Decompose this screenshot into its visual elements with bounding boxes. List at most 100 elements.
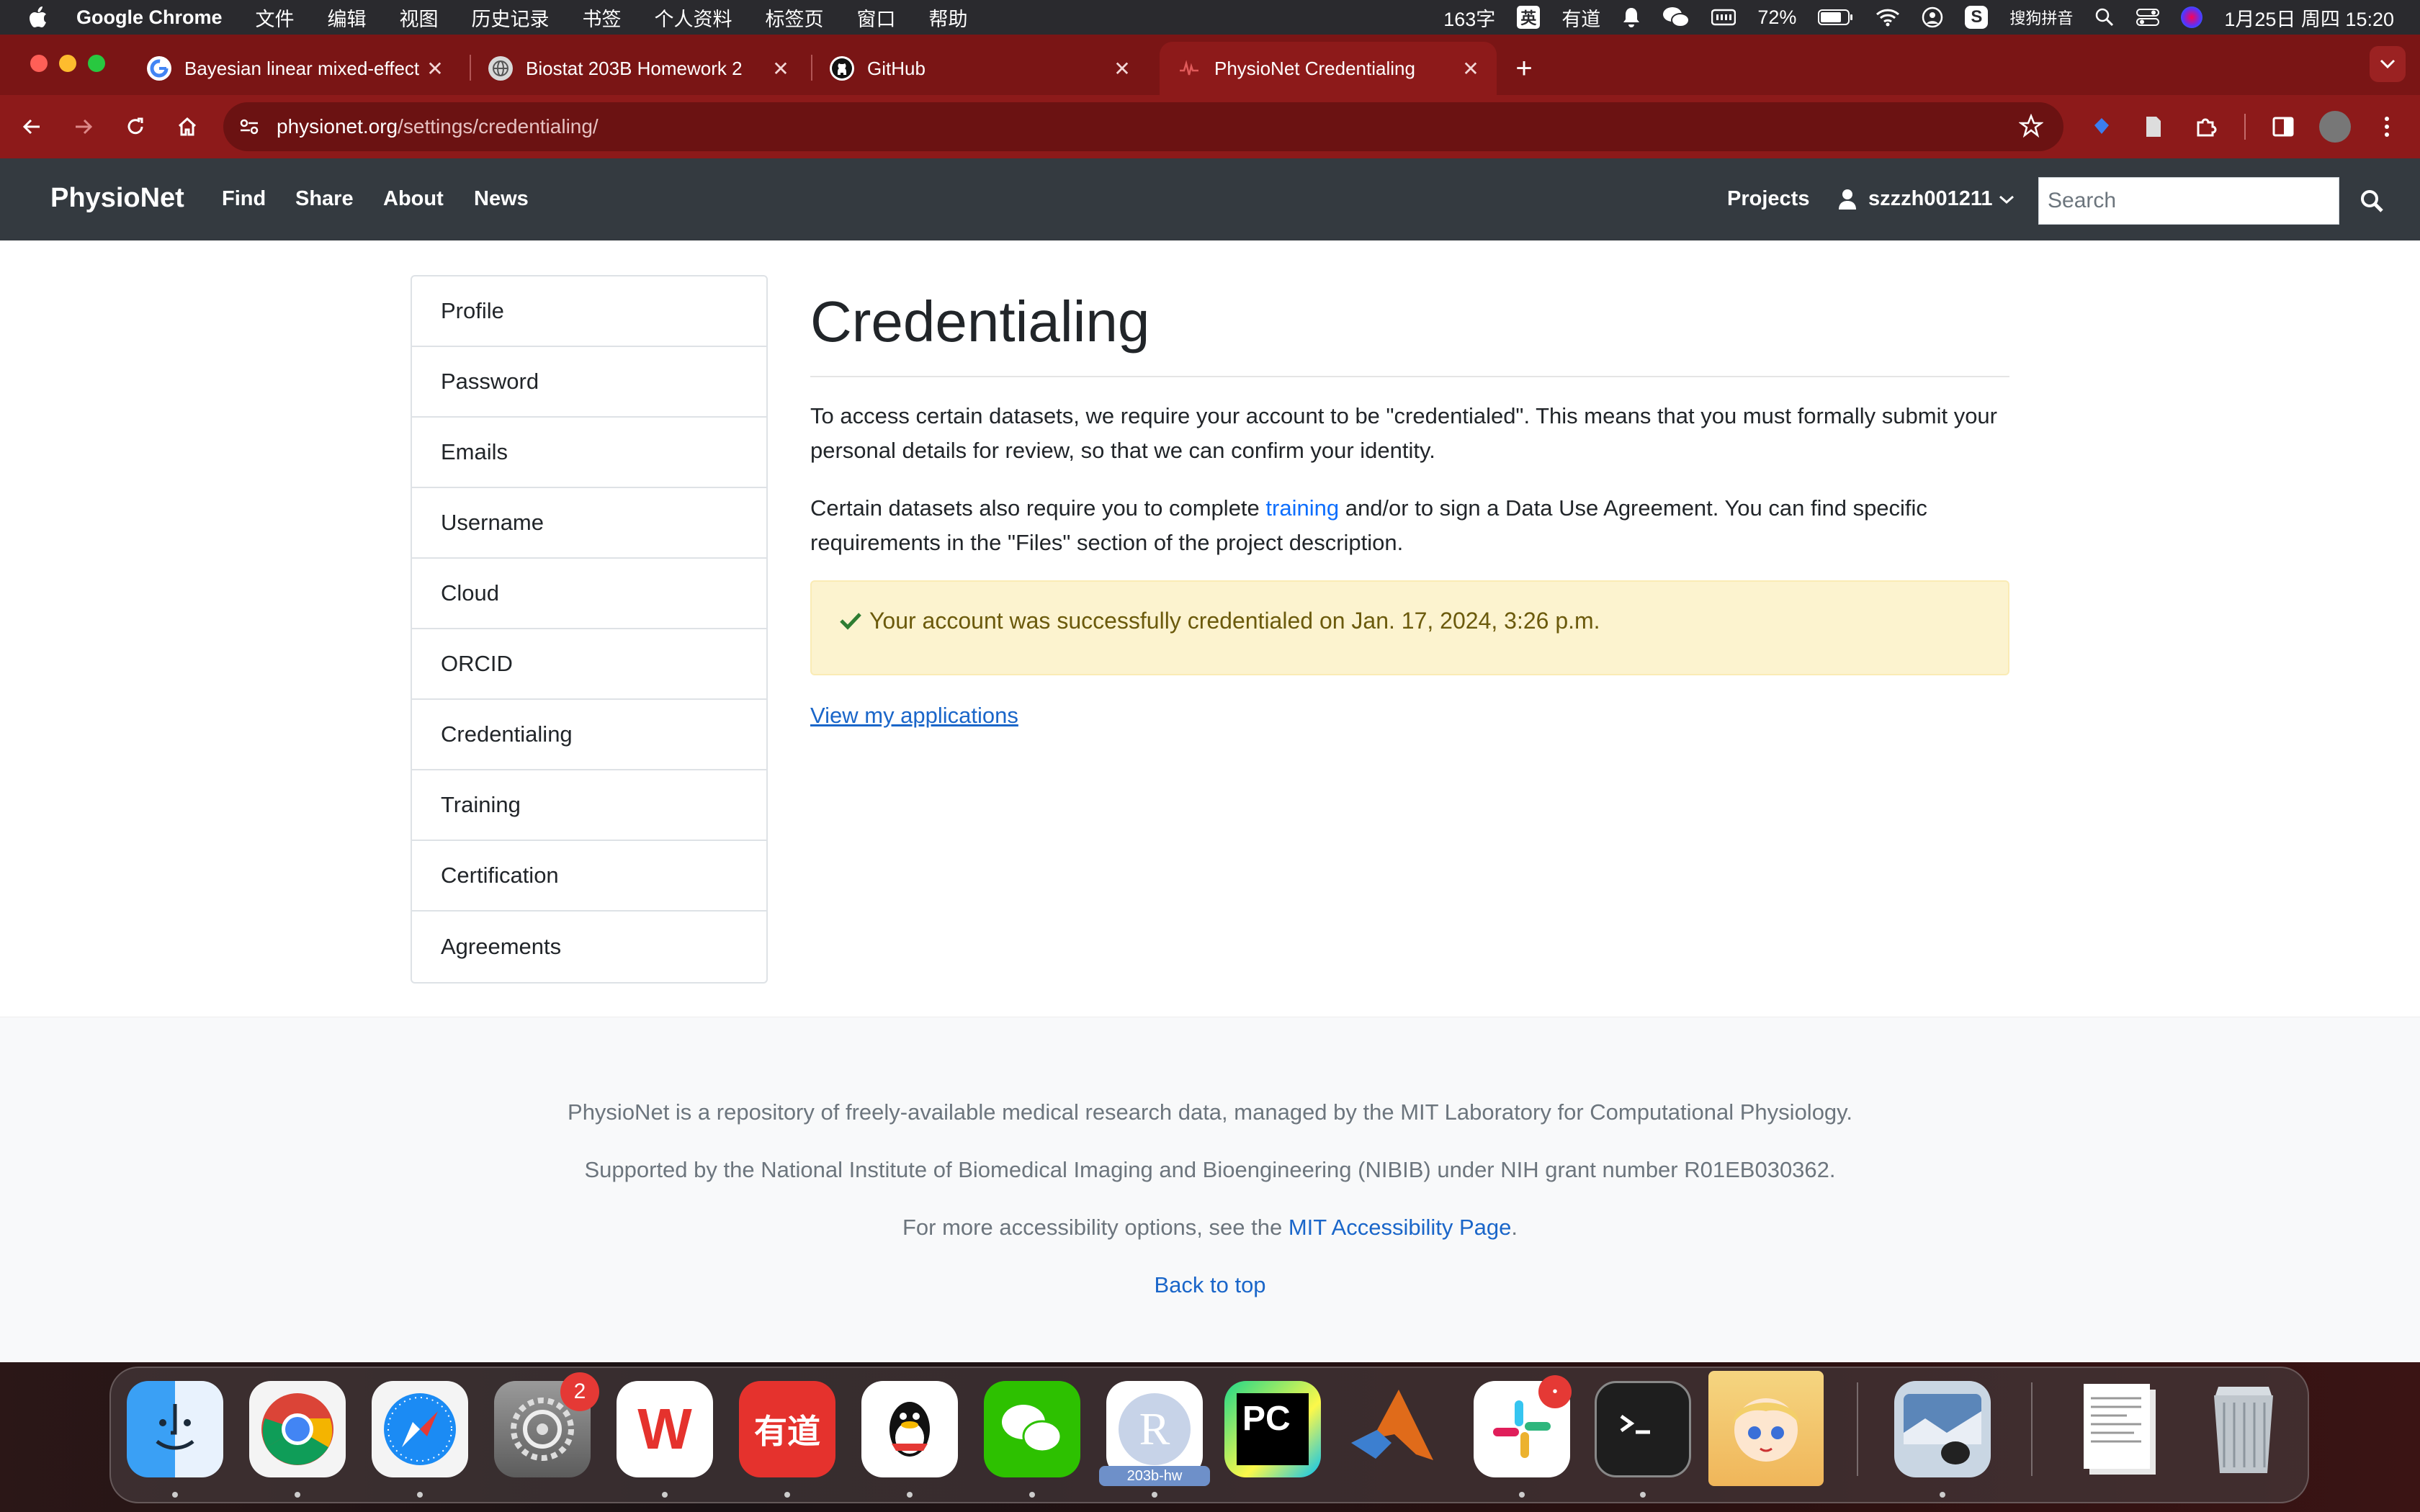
sidebar-item-username[interactable]: Username bbox=[412, 488, 766, 559]
footer-funding: Supported by the National Institute of B… bbox=[584, 1157, 1836, 1182]
youdao-icon[interactable]: 有道 bbox=[739, 1381, 835, 1477]
sidebar-item-cloud[interactable]: Cloud bbox=[412, 559, 766, 629]
close-tab-icon[interactable]: ✕ bbox=[766, 54, 795, 83]
word-count[interactable]: 163字 bbox=[1443, 4, 1495, 32]
brand-logo[interactable]: PhysioNet bbox=[50, 183, 184, 214]
safari-icon[interactable] bbox=[372, 1381, 468, 1477]
wifi-icon[interactable] bbox=[1876, 8, 1900, 27]
r-app-icon[interactable]: R bbox=[1106, 1381, 1203, 1477]
tab-biostat[interactable]: Biostat 203B Homework 2 ✕ bbox=[471, 42, 807, 95]
extension-shield-icon[interactable] bbox=[2086, 111, 2118, 143]
sidebar-item-credentialing[interactable]: Credentialing bbox=[412, 700, 766, 770]
alert-message: Your account was successfully credential… bbox=[869, 607, 1600, 634]
matlab-icon[interactable] bbox=[1344, 1381, 1440, 1477]
apple-icon[interactable] bbox=[27, 5, 49, 30]
sidebar-item-training[interactable]: Training bbox=[412, 770, 766, 841]
menu-help[interactable]: 帮助 bbox=[929, 4, 968, 32]
extension-document-icon[interactable] bbox=[2138, 111, 2169, 143]
address-bar[interactable]: physionet.org/settings/credentialing/ bbox=[223, 102, 2063, 151]
close-tab-icon[interactable]: ✕ bbox=[421, 54, 449, 83]
close-tab-icon[interactable]: ✕ bbox=[1108, 54, 1137, 83]
menu-file[interactable]: 文件 bbox=[256, 4, 295, 32]
profile-avatar[interactable] bbox=[2319, 111, 2351, 143]
chrome-toolbar: physionet.org/settings/credentialing/ bbox=[0, 95, 2420, 158]
qq-icon[interactable] bbox=[861, 1381, 958, 1477]
back-arrow-icon[interactable] bbox=[16, 111, 48, 143]
url-text[interactable]: physionet.org/settings/credentialing/ bbox=[277, 115, 599, 138]
wps-office-icon[interactable]: W bbox=[617, 1381, 713, 1477]
training-link[interactable]: training bbox=[1265, 495, 1339, 521]
menu-profiles[interactable]: 个人资料 bbox=[655, 4, 732, 32]
finder-icon[interactable] bbox=[127, 1381, 223, 1477]
search-icon[interactable] bbox=[2094, 7, 2115, 27]
minimize-window-button[interactable] bbox=[59, 55, 76, 72]
chrome-menu-icon[interactable] bbox=[2371, 111, 2403, 143]
wechat-icon[interactable] bbox=[984, 1381, 1080, 1477]
tab-github[interactable]: GitHub ✕ bbox=[812, 42, 1148, 95]
siri-icon[interactable] bbox=[2181, 6, 2203, 28]
sidebar-item-profile[interactable]: Profile bbox=[412, 276, 766, 347]
search-icon[interactable] bbox=[2351, 180, 2393, 222]
menu-bookmarks[interactable]: 书签 bbox=[583, 4, 622, 32]
zoom-window-button[interactable] bbox=[88, 55, 105, 72]
user-account-icon[interactable] bbox=[1922, 6, 1943, 28]
wechat-status-icon[interactable] bbox=[1662, 6, 1690, 29]
side-panel-icon[interactable] bbox=[2267, 111, 2299, 143]
keyboard-icon[interactable] bbox=[1711, 8, 1736, 27]
sidebar-item-orcid[interactable]: ORCID bbox=[412, 629, 766, 700]
site-settings-icon[interactable] bbox=[236, 114, 262, 140]
anime-avatar-icon[interactable] bbox=[1708, 1371, 1824, 1486]
url-path: /settings/credentialing/ bbox=[398, 115, 599, 138]
sidebar-item-emails[interactable]: Emails bbox=[412, 418, 766, 488]
tab-bayesian[interactable]: Bayesian linear mixed-effect m ✕ bbox=[130, 42, 461, 95]
close-tab-icon[interactable]: ✕ bbox=[1456, 54, 1485, 83]
bookmark-star-icon[interactable] bbox=[2018, 113, 2044, 142]
user-menu[interactable]: szzzh001211 bbox=[1838, 187, 2015, 211]
reload-icon[interactable] bbox=[120, 111, 151, 143]
preview-icon[interactable] bbox=[1894, 1381, 1991, 1477]
control-center-icon[interactable] bbox=[2136, 7, 2160, 27]
nav-news[interactable]: News bbox=[474, 187, 529, 211]
close-window-button[interactable] bbox=[30, 55, 48, 72]
forward-arrow-icon[interactable] bbox=[68, 111, 99, 143]
terminal-icon[interactable] bbox=[1595, 1381, 1691, 1477]
menu-view[interactable]: 视图 bbox=[400, 4, 439, 32]
menubar-app-name[interactable]: Google Chrome bbox=[76, 6, 223, 29]
trash-icon[interactable] bbox=[2195, 1381, 2292, 1477]
back-to-top-link[interactable]: Back to top bbox=[1154, 1272, 1265, 1297]
view-applications-link[interactable]: View my applications bbox=[810, 703, 1018, 729]
home-icon[interactable] bbox=[171, 111, 203, 143]
chrome-icon[interactable] bbox=[249, 1381, 346, 1477]
clock[interactable]: 1月25日 周四 15:20 bbox=[2224, 4, 2394, 32]
running-indicator bbox=[295, 1492, 300, 1498]
mit-accessibility-link[interactable]: MIT Accessibility Page bbox=[1289, 1215, 1512, 1240]
menu-window[interactable]: 窗口 bbox=[857, 4, 896, 32]
running-indicator bbox=[1152, 1492, 1157, 1498]
sidebar-item-password[interactable]: Password bbox=[412, 347, 766, 418]
r-letter: R bbox=[1139, 1403, 1170, 1454]
battery-icon[interactable] bbox=[1818, 9, 1854, 26]
tab-search-button[interactable] bbox=[2370, 46, 2406, 82]
checkmark-icon bbox=[840, 613, 861, 630]
sidebar-item-agreements[interactable]: Agreements bbox=[412, 912, 766, 982]
documents-stack-icon[interactable] bbox=[2073, 1381, 2169, 1477]
nav-find[interactable]: Find bbox=[222, 187, 266, 211]
extensions-puzzle-icon[interactable] bbox=[2190, 111, 2221, 143]
nav-projects[interactable]: Projects bbox=[1727, 187, 1809, 211]
pycharm-icon[interactable]: PC bbox=[1224, 1381, 1321, 1477]
nav-about[interactable]: About bbox=[383, 187, 444, 211]
youdao-status[interactable]: 有道 bbox=[1561, 4, 1600, 32]
tab-physionet[interactable]: PhysioNet Credentialing ✕ bbox=[1160, 42, 1497, 95]
new-tab-button[interactable]: + bbox=[1507, 42, 1541, 95]
menu-history[interactable]: 历史记录 bbox=[472, 4, 550, 32]
running-indicator bbox=[172, 1492, 178, 1498]
sogou-icon[interactable]: S bbox=[1965, 6, 1989, 29]
sidebar-item-certification[interactable]: Certification bbox=[412, 841, 766, 912]
nav-share[interactable]: Share bbox=[295, 187, 354, 211]
input-method-badge[interactable]: 英 bbox=[1517, 6, 1541, 29]
search-input[interactable]: Search bbox=[2038, 177, 2339, 225]
menu-tab[interactable]: 标签页 bbox=[766, 4, 824, 32]
google-icon bbox=[147, 56, 171, 81]
menu-edit[interactable]: 编辑 bbox=[328, 4, 367, 32]
bell-icon[interactable] bbox=[1622, 6, 1641, 28]
